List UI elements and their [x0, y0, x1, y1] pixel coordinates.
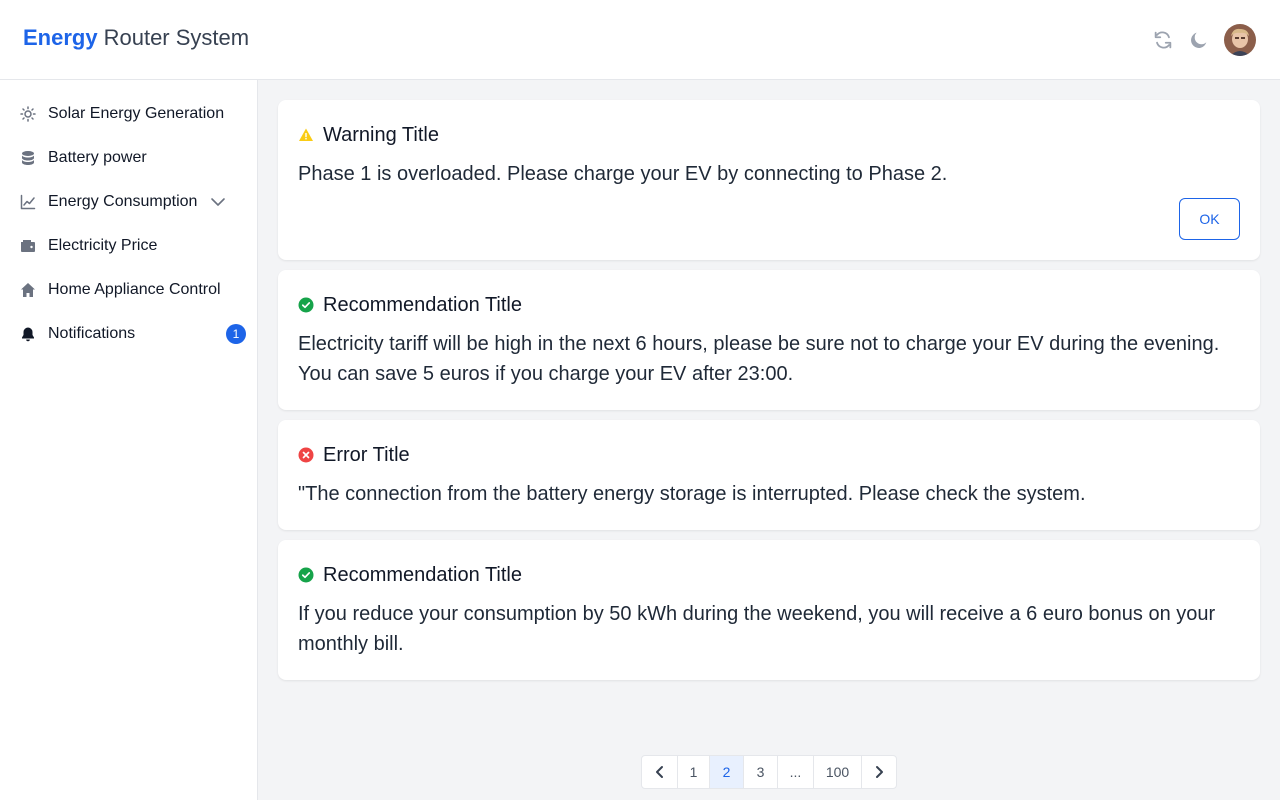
sidebar-item-label: Solar Energy Generation — [48, 105, 225, 122]
brand-bold: Energy — [23, 25, 98, 50]
chevron-down-icon[interactable] — [209, 193, 227, 211]
notification-message: "The connection from the battery energy … — [298, 483, 1086, 505]
prev-page-button[interactable] — [642, 756, 678, 788]
recommendation-notification-card: Recommendation Title Electricity tariff … — [278, 270, 1260, 410]
sidebar: Solar Energy Generation Battery power En… — [0, 80, 258, 800]
warning-icon — [298, 127, 314, 143]
ok-button[interactable]: OK — [1179, 198, 1240, 240]
sidebar-item-label: Battery power — [48, 149, 147, 166]
moon-icon[interactable] — [1188, 29, 1210, 51]
chevron-right-icon — [876, 766, 883, 778]
brand-rest: Router System — [103, 25, 250, 50]
pagination: 1 2 3 ... 100 — [641, 755, 897, 789]
bell-icon — [20, 326, 36, 342]
sidebar-item-battery-power[interactable]: Battery power — [0, 136, 257, 180]
sidebar-item-solar-energy-generation[interactable]: Solar Energy Generation — [0, 92, 257, 136]
page-1-button[interactable]: 1 — [678, 756, 710, 788]
chart-line-icon — [20, 194, 36, 210]
sidebar-nav: Solar Energy Generation Battery power En… — [0, 92, 257, 356]
notification-message: Electricity tariff will be high in the n… — [298, 333, 1220, 385]
notification-count-badge: 1 — [226, 324, 246, 344]
notification-title: Error Title — [323, 443, 410, 466]
page-100-button[interactable]: 100 — [814, 756, 862, 788]
page-ellipsis: ... — [778, 756, 814, 788]
refresh-icon[interactable] — [1152, 29, 1174, 51]
next-page-button[interactable] — [862, 756, 896, 788]
page-2-button[interactable]: 2 — [710, 756, 744, 788]
header-actions — [1152, 24, 1256, 56]
notification-title: Warning Title — [323, 123, 439, 146]
sidebar-item-home-appliance-control[interactable]: Home Appliance Control — [0, 268, 257, 312]
sidebar-item-electricity-price[interactable]: Electricity Price — [0, 224, 257, 268]
wallet-icon — [20, 238, 36, 254]
notification-message: Phase 1 is overloaded. Please charge you… — [298, 163, 948, 185]
check-circle-icon — [298, 567, 314, 583]
sidebar-item-label: Energy Consumption — [48, 193, 198, 210]
sidebar-item-label: Electricity Price — [48, 237, 158, 254]
app-title: Energy Router System — [23, 24, 249, 52]
home-icon — [20, 282, 36, 298]
check-circle-icon — [298, 297, 314, 313]
notification-message: If you reduce your consumption by 50 kWh… — [298, 603, 1216, 655]
top-bar: Energy Router System — [0, 0, 1280, 80]
user-avatar[interactable] — [1224, 24, 1256, 56]
sidebar-item-label: Notifications — [48, 325, 136, 342]
sidebar-item-notifications[interactable]: Notifications 1 — [0, 312, 257, 356]
chevron-left-icon — [655, 766, 663, 778]
recommendation-notification-card: Recommendation Title If you reduce your … — [278, 540, 1260, 680]
page-3-button[interactable]: 3 — [744, 756, 778, 788]
database-icon — [20, 150, 36, 166]
notification-title: Recommendation Title — [323, 293, 522, 316]
warning-notification-card: Warning Title Phase 1 is overloaded. Ple… — [278, 100, 1260, 260]
notification-title: Recommendation Title — [323, 563, 522, 586]
error-circle-icon — [298, 447, 314, 463]
sun-icon — [20, 106, 36, 122]
sidebar-item-label: Home Appliance Control — [48, 281, 221, 298]
sidebar-item-energy-consumption[interactable]: Energy Consumption — [0, 180, 257, 224]
notifications-list: Warning Title Phase 1 is overloaded. Ple… — [278, 100, 1260, 690]
error-notification-card: Error Title "The connection from the bat… — [278, 420, 1260, 530]
